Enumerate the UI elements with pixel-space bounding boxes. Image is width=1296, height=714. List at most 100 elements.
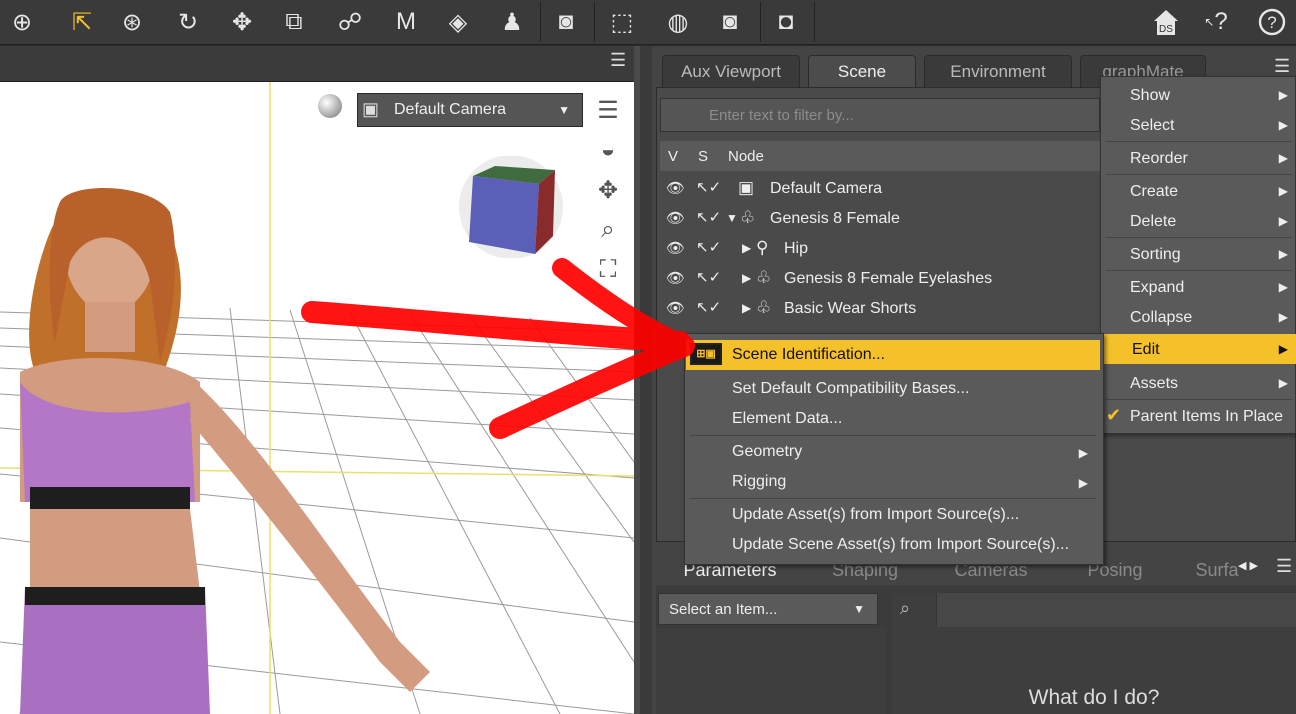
scene-identification-icon: ⊞▣ xyxy=(690,343,722,365)
scene-node-row[interactable]: 👁 ↖✓ ▶ ♧ Genesis 8 Female Eyelashes xyxy=(660,264,1100,294)
help-hint[interactable]: What do I do? xyxy=(892,686,1296,710)
rotate-tool-icon[interactable]: ↻ xyxy=(170,4,206,40)
tab-scroll-arrows-icon[interactable]: ◀ ▶ xyxy=(1238,559,1258,572)
menu-item-collapse[interactable]: Collapse ▶ xyxy=(1102,302,1296,332)
menu-item-assets[interactable]: Assets ▶ xyxy=(1102,368,1296,398)
universal-tool-icon[interactable]: ⊕ xyxy=(4,4,40,40)
dropdown-arrow-icon: ▼ xyxy=(853,602,865,616)
menu-item-reorder[interactable]: Reorder ▶ xyxy=(1102,143,1296,173)
checkmark-icon: ✔ xyxy=(1106,405,1122,425)
selectable-cursor-icon[interactable]: ↖✓ xyxy=(696,238,721,256)
dock-splitter[interactable] xyxy=(640,46,652,714)
menu-item-geometry[interactable]: Geometry ▶ xyxy=(686,437,1100,467)
camera-tool-icon[interactable]: ◘ xyxy=(768,4,804,40)
orbit-tool-icon[interactable]: ⊛ xyxy=(114,4,150,40)
pane-menu-icon[interactable]: ☰ xyxy=(1276,556,1292,577)
svg-text:DS: DS xyxy=(1159,24,1173,35)
figure-node-icon: ♧ xyxy=(756,268,772,287)
item-select[interactable]: Select an Item... ▼ xyxy=(658,593,878,625)
viewport-header: ☰ xyxy=(0,46,640,82)
genesis-8-female-figure xyxy=(20,188,430,714)
render-tool-icon[interactable]: ◙ xyxy=(548,4,584,40)
spot-render-tool-icon[interactable]: ◍ xyxy=(660,4,696,40)
expander-icon[interactable]: ▶ xyxy=(742,241,751,255)
bone-node-icon: ⚲ xyxy=(756,238,769,257)
node-selection-tool-icon[interactable]: ⇱ xyxy=(64,4,100,40)
pane-menu-icon[interactable]: ☰ xyxy=(1274,56,1290,77)
view-cube[interactable] xyxy=(455,156,573,258)
menu-item-edit[interactable]: Edit ▶ xyxy=(1104,334,1296,364)
scene-node-row[interactable]: 👁 ↖✓ ▶ ♧ Basic Wear Shorts xyxy=(660,294,1100,324)
camera-node-icon: ▣ xyxy=(738,178,755,197)
parameters-search-input[interactable] xyxy=(936,593,1296,627)
expander-icon[interactable]: ▼ xyxy=(726,211,738,225)
node-label: Hip xyxy=(784,240,809,257)
surface-selection-tool-icon[interactable]: ◈ xyxy=(440,4,476,40)
translate-tool-icon[interactable]: ✥ xyxy=(224,4,260,40)
visibility-eye-icon[interactable]: 👁 xyxy=(666,239,685,257)
orbit-camera-icon[interactable]: ◒ xyxy=(590,136,626,166)
figure-tool-icon[interactable]: ♟ xyxy=(494,4,530,40)
expander-icon[interactable]: ▶ xyxy=(742,301,751,315)
property-groups-list[interactable] xyxy=(656,628,886,714)
menu-item-expand[interactable]: Expand ▶ xyxy=(1102,272,1296,302)
pan-camera-icon[interactable]: ✥ xyxy=(590,176,626,206)
menu-item-show[interactable]: Show ▶ xyxy=(1102,80,1296,110)
viewport-menu-icon[interactable]: ☰ xyxy=(610,50,626,71)
help-icon[interactable]: ? xyxy=(1254,4,1290,40)
scene-filter-input[interactable]: Enter text to filter by... xyxy=(660,98,1100,132)
dropdown-arrow-icon: ▼ xyxy=(558,103,570,117)
scene-node-row[interactable]: 👁 ↖✓ ▣ Default Camera xyxy=(660,174,1100,204)
draw-style-sphere-icon[interactable] xyxy=(318,94,342,118)
frame-camera-icon[interactable]: ⛶ xyxy=(590,256,626,286)
node-column-header[interactable]: Node xyxy=(728,148,764,165)
tab-environment[interactable]: Environment xyxy=(924,55,1072,87)
menu-item-parent-items-in-place[interactable]: ✔ Parent Items In Place xyxy=(1102,401,1296,431)
selectable-cursor-icon[interactable]: ↖✓ xyxy=(696,298,721,316)
selectable-cursor-icon[interactable]: ↖✓ xyxy=(696,208,721,226)
morph-tool-icon[interactable]: M xyxy=(388,4,424,40)
scene-node-row[interactable]: 👁 ↖✓ ▶ ⚲ Hip xyxy=(660,234,1100,264)
menu-item-select[interactable]: Select ▶ xyxy=(1102,110,1296,140)
menu-item-create[interactable]: Create ▶ xyxy=(1102,176,1296,206)
node-label: Default Camera xyxy=(770,180,883,197)
render-settings-tool-icon[interactable]: ◙ xyxy=(712,4,748,40)
menu-item-rigging[interactable]: Rigging ▶ xyxy=(686,467,1100,497)
menu-item-scene-identification[interactable]: Scene Identification... xyxy=(686,340,1100,370)
menu-item-update-assets[interactable]: Update Asset(s) from Import Source(s)... xyxy=(686,500,1100,530)
menu-item-element-data[interactable]: Element Data... xyxy=(686,404,1100,434)
figure-node-icon: ♧ xyxy=(740,208,756,227)
joint-editor-tool-icon[interactable]: ☍ xyxy=(332,4,368,40)
tab-surfaces[interactable]: Surfa xyxy=(1194,555,1240,585)
node-label: Genesis 8 Female xyxy=(770,210,900,227)
ds-home-icon[interactable]: DS xyxy=(1148,4,1184,40)
visibility-eye-icon[interactable]: 👁 xyxy=(666,209,685,227)
camera-select-value: Default Camera xyxy=(394,101,507,118)
tab-scene[interactable]: Scene xyxy=(808,55,916,87)
menu-item-set-default-compatibility-bases[interactable]: Set Default Compatibility Bases... xyxy=(686,374,1100,404)
scene-node-header: V S Node xyxy=(660,141,1100,171)
selectable-cursor-icon[interactable]: ↖✓ xyxy=(696,268,721,286)
selectable-cursor-icon[interactable]: ↖✓ xyxy=(696,178,721,196)
tab-aux-viewport[interactable]: Aux Viewport xyxy=(662,55,800,87)
region-select-tool-icon[interactable]: ⬚ xyxy=(604,4,640,40)
whats-this-icon[interactable]: ↖? xyxy=(1198,4,1234,40)
search-icon[interactable]: ⌕ xyxy=(900,598,910,619)
node-label: Basic Wear Shorts xyxy=(784,300,917,317)
zoom-camera-icon[interactable]: ⌕ xyxy=(590,216,626,246)
figure-node-icon: ♧ xyxy=(756,298,772,317)
visible-column-header[interactable]: V xyxy=(668,148,678,165)
selectable-column-header[interactable]: S xyxy=(698,148,708,165)
menu-item-delete[interactable]: Delete ▶ xyxy=(1102,206,1296,236)
expander-icon[interactable]: ▶ xyxy=(742,271,751,285)
scale-tool-icon[interactable]: ⧉ xyxy=(276,4,312,40)
camera-select[interactable]: Default Camera ▼ xyxy=(357,93,583,127)
camera-icon: ▣ xyxy=(362,99,380,119)
visibility-eye-icon[interactable]: 👁 xyxy=(666,299,685,317)
viewport-options-icon[interactable]: ☰ xyxy=(590,96,626,126)
menu-item-update-scene-assets[interactable]: Update Scene Asset(s) from Import Source… xyxy=(686,530,1100,560)
scene-node-row[interactable]: 👁 ↖✓ ▼ ♧ Genesis 8 Female xyxy=(660,204,1100,234)
menu-item-sorting[interactable]: Sorting ▶ xyxy=(1102,239,1296,269)
visibility-eye-icon[interactable]: 👁 xyxy=(666,179,685,197)
visibility-eye-icon[interactable]: 👁 xyxy=(666,269,685,287)
